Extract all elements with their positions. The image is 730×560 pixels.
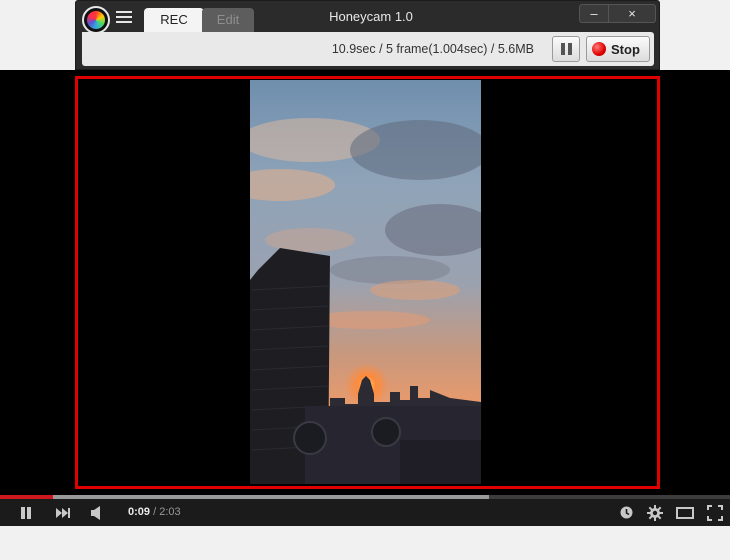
time-display: 0:09 / 2:03	[128, 506, 181, 518]
recording-panel: 10.9sec / 5 frame(1.004sec) / 5.6MB Stop	[82, 32, 654, 66]
recording-status: 10.9sec / 5 frame(1.004sec) / 5.6MB	[331, 42, 534, 56]
close-button[interactable]: ×	[608, 4, 656, 23]
honeycam-logo-icon[interactable]	[82, 6, 110, 34]
close-icon: ×	[628, 6, 636, 21]
menu-icon[interactable]	[116, 11, 132, 27]
watch-later-icon[interactable]	[616, 499, 636, 526]
minimize-icon: –	[590, 6, 598, 21]
tab-rec[interactable]: REC	[144, 8, 204, 32]
recording-region-frame[interactable]	[75, 76, 660, 489]
theater-mode-icon[interactable]	[674, 499, 696, 526]
current-time: 0:09	[128, 506, 151, 518]
record-dot-icon	[592, 42, 606, 56]
stop-label: Stop	[611, 41, 640, 57]
volume-icon[interactable]	[86, 499, 106, 526]
stop-button[interactable]: Stop	[586, 36, 650, 62]
player-controls: 0:09 / 2:03	[0, 499, 730, 526]
honeycam-window: REC Edit Honeycam 1.0 – × 10.9sec / 5 fr…	[75, 0, 660, 70]
total-time: 2:03	[159, 506, 181, 518]
time-separator: /	[150, 506, 160, 518]
next-icon[interactable]	[52, 499, 74, 526]
pause-button[interactable]	[552, 36, 580, 62]
fullscreen-icon[interactable]	[704, 499, 726, 526]
settings-icon[interactable]	[644, 499, 666, 526]
window-title: Honeycam 1.0	[329, 9, 413, 24]
tab-edit[interactable]: Edit	[202, 8, 254, 32]
pause-icon[interactable]	[14, 499, 38, 526]
minimize-button[interactable]: –	[579, 4, 609, 23]
